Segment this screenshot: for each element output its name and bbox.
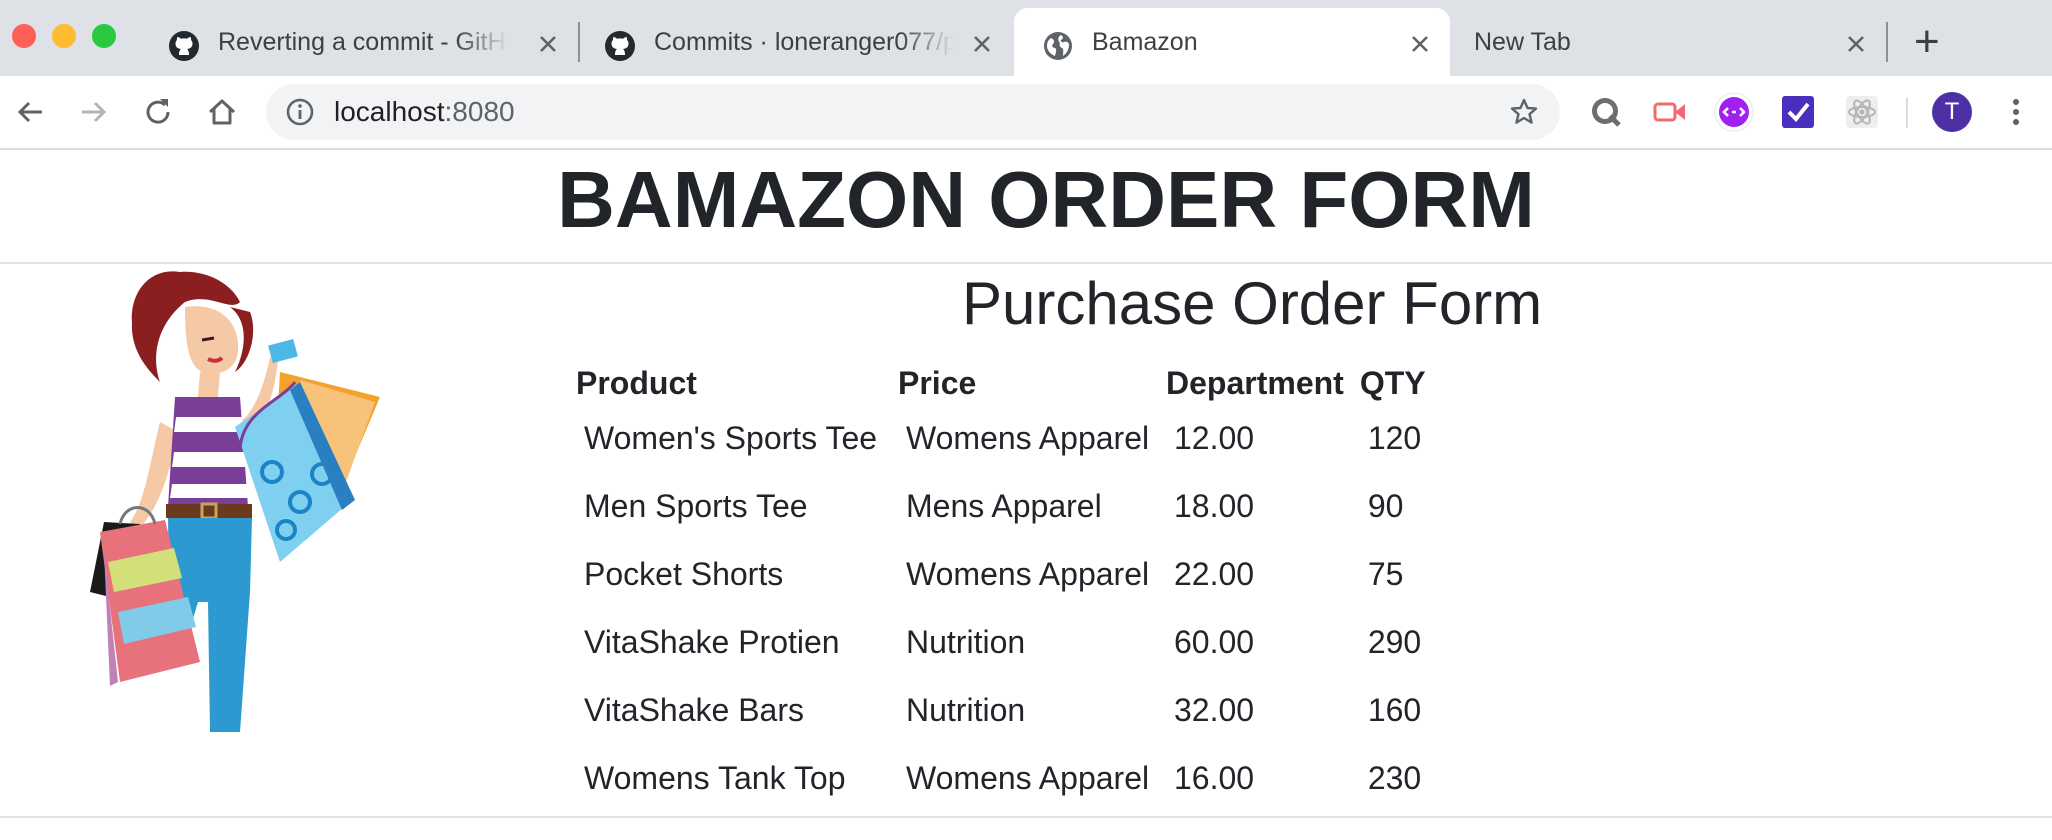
browser-toolbar: localhost:8080 T — [0, 76, 2052, 150]
column-header-qty: QTY — [1359, 364, 1426, 401]
home-icon[interactable] — [204, 94, 240, 130]
order-table: Product Price Department QTY Women's Spo… — [568, 362, 1488, 812]
tab-title: New Tab — [1474, 28, 1571, 56]
zoom-window-button[interactable] — [92, 24, 116, 48]
minimize-window-button[interactable] — [52, 24, 76, 48]
page-title: BAMAZON ORDER FORM — [557, 155, 1535, 244]
table-header-row: Product Price Department QTY — [568, 362, 1488, 404]
extension-search-icon[interactable] — [1586, 92, 1626, 132]
cell-price: Womens Apparel — [906, 555, 1150, 592]
tab-strip: Reverting a commit - GitHub Commits · lo… — [0, 0, 2052, 76]
github-icon — [605, 31, 635, 61]
close-tab-icon[interactable] — [534, 30, 562, 58]
tab-new-tab[interactable]: New Tab — [1450, 8, 1884, 76]
cell-qty: 290 — [1367, 623, 1422, 660]
url-port: :8080 — [444, 96, 515, 127]
tab-separator — [1886, 22, 1888, 62]
cell-product: Womens Tank Top — [584, 759, 846, 796]
cell-department: 12.00 — [1174, 419, 1255, 456]
table-row: Pocket Shorts Womens Apparel 22.00 75 — [568, 540, 1488, 608]
reload-icon[interactable] — [140, 94, 176, 130]
form-heading: Purchase Order Form — [962, 270, 1543, 337]
tab-reverting-a-commit[interactable]: Reverting a commit - GitHub — [140, 8, 576, 76]
url-host: localhost — [334, 96, 445, 127]
page-header: BAMAZON ORDER FORM — [0, 150, 2052, 264]
cell-product: Women's Sports Tee — [584, 419, 878, 456]
cell-product: Pocket Shorts — [584, 555, 784, 592]
cell-price: Mens Apparel — [906, 487, 1102, 524]
globe-icon — [1044, 32, 1072, 60]
cell-qty: 120 — [1367, 419, 1422, 456]
forward-icon[interactable] — [76, 94, 112, 130]
info-icon[interactable] — [284, 96, 316, 128]
cell-department: 22.00 — [1174, 555, 1255, 592]
cell-qty: 160 — [1367, 691, 1422, 728]
cell-product: VitaShake Protien — [584, 623, 840, 660]
divider — [0, 816, 2052, 818]
toolbar-separator — [1906, 98, 1908, 128]
column-header-product: Product — [576, 364, 697, 401]
cell-department: 18.00 — [1174, 487, 1255, 524]
close-window-button[interactable] — [12, 24, 36, 48]
cell-price: Womens Apparel — [906, 759, 1150, 796]
cell-qty: 75 — [1367, 555, 1404, 592]
column-header-price: Price — [898, 364, 977, 401]
menu-kebab-icon[interactable] — [1996, 92, 2036, 132]
table-row: VitaShake Protien Nutrition 60.00 290 — [568, 608, 1488, 676]
cell-department: 16.00 — [1174, 759, 1255, 796]
bookmark-star-icon[interactable] — [1508, 96, 1540, 128]
back-icon[interactable] — [12, 94, 48, 130]
cell-price: Nutrition — [906, 623, 1026, 660]
table-row: Men Sports Tee Mens Apparel 18.00 90 — [568, 472, 1488, 540]
profile-avatar[interactable]: T — [1932, 92, 1972, 132]
extension-react-icon[interactable] — [1842, 92, 1882, 132]
extension-check-icon[interactable] — [1778, 92, 1818, 132]
table-row: VitaShake Bars Nutrition 32.00 160 — [568, 676, 1488, 744]
table-row: Women's Sports Tee Womens Apparel 12.00 … — [568, 404, 1488, 472]
cell-product: VitaShake Bars — [584, 691, 804, 728]
column-header-department: Department — [1166, 364, 1344, 401]
cell-qty: 90 — [1367, 487, 1404, 524]
tab-title: Commits · loneranger077/p — [654, 28, 954, 56]
close-tab-icon[interactable] — [1406, 30, 1434, 58]
new-tab-button[interactable]: + — [1914, 8, 1940, 76]
extension-purple-icon[interactable] — [1714, 92, 1754, 132]
cell-department: 32.00 — [1174, 691, 1255, 728]
extension-video-icon[interactable] — [1650, 92, 1690, 132]
close-tab-icon[interactable] — [968, 30, 996, 58]
cell-qty: 230 — [1367, 759, 1422, 796]
tab-title: Reverting a commit - GitHub — [218, 28, 508, 56]
url-text: localhost:8080 — [334, 84, 515, 140]
cell-product: Men Sports Tee — [584, 487, 808, 524]
address-bar[interactable]: localhost:8080 — [266, 84, 1560, 140]
cell-price: Womens Apparel — [906, 419, 1150, 456]
cell-price: Nutrition — [906, 691, 1026, 728]
cell-department: 60.00 — [1174, 623, 1255, 660]
shopping-woman-illustration — [90, 271, 380, 732]
tab-bamazon[interactable]: Bamazon — [1014, 8, 1450, 76]
tab-commits[interactable]: Commits · loneranger077/p — [576, 8, 1010, 76]
github-icon — [169, 31, 199, 61]
tab-title: Bamazon — [1092, 28, 1198, 56]
close-tab-icon[interactable] — [1842, 30, 1870, 58]
table-row: Womens Tank Top Womens Apparel 16.00 230 — [568, 744, 1488, 812]
